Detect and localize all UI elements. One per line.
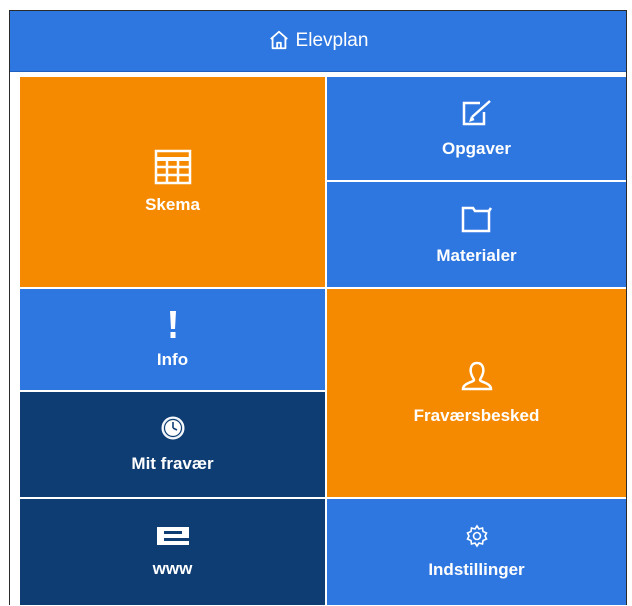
skema-label: Skema <box>145 195 200 214</box>
materialer-label: Materialer <box>436 245 517 265</box>
skema-tile[interactable]: Skema <box>20 77 325 287</box>
fravaersbesked-tile[interactable]: Fraværsbesked <box>327 289 626 497</box>
opgaver-tile[interactable]: Opgaver <box>327 77 626 180</box>
materialer-tile[interactable]: Materialer <box>327 182 626 287</box>
user-icon <box>461 361 492 391</box>
e-logo-icon <box>156 527 189 545</box>
info-label: Info <box>156 349 189 369</box>
www-label: www <box>152 559 193 578</box>
info-tile[interactable]: Info <box>20 289 325 390</box>
app-title: Elevplan <box>295 30 369 51</box>
opgaver-label: Opgaver <box>442 138 511 158</box>
table-icon <box>154 149 191 185</box>
indstillinger-label: Indstillinger <box>428 560 525 579</box>
app-header: Elevplan <box>10 11 626 72</box>
mit-fravaer-tile[interactable]: Mit fravær <box>20 392 325 497</box>
gear-icon <box>465 524 488 548</box>
www-tile[interactable]: www <box>20 499 325 605</box>
clock-icon <box>161 416 184 439</box>
exclamation-icon <box>169 310 176 338</box>
folder-icon <box>461 206 492 232</box>
fravaersbesked-label: Fraværsbesked <box>413 406 540 425</box>
indstillinger-tile[interactable]: Indstillinger <box>327 499 626 605</box>
home-icon[interactable] <box>268 29 290 51</box>
mit-fravaer-label: Mit fravær <box>131 453 214 473</box>
app-frame: Elevplan Skema Opgaver Materialer Info F… <box>9 10 627 605</box>
edit-icon <box>462 99 491 125</box>
